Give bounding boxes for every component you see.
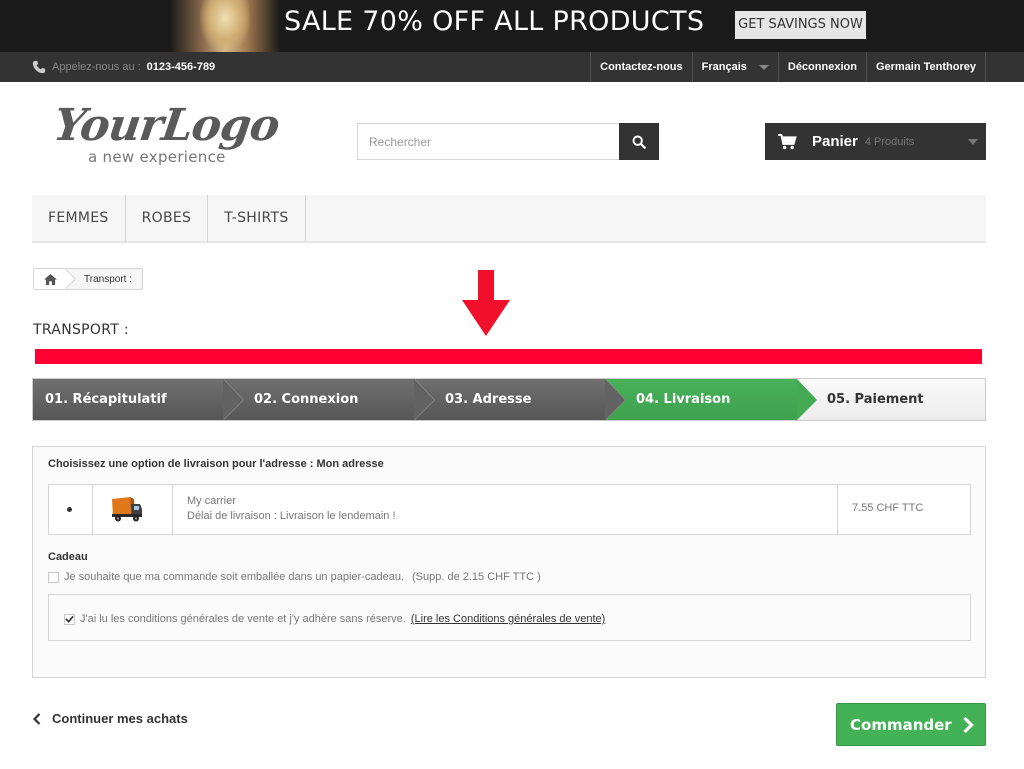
menu-item-robes[interactable]: ROBES [126,195,209,241]
step-separator [797,379,817,420]
highlight-bar [35,349,982,364]
checkout-steps: 01. Récapitulatif 02. Connexion 03. Adre… [32,378,986,421]
home-icon [43,273,57,285]
chevron-down-icon [968,139,978,145]
logout-link[interactable]: Déconnexion [777,52,866,82]
gift-heading: Cadeau [48,551,88,563]
cart-count: 4 Produits [864,135,915,148]
phone-icon [32,60,46,74]
breadcrumb-home[interactable] [34,269,66,289]
user-account-link[interactable]: Germain Tenthorey [865,52,986,82]
chevron-left-icon [33,712,41,725]
main-menu: FEMMES ROBES T-SHIRTS [32,195,986,243]
gift-checkbox[interactable] [48,571,59,583]
promo-banner[interactable]: SALE 70% OFF ALL PRODUCTS GET SAVINGS NO… [0,0,1024,52]
step-payment: 05. Paiement [827,392,924,407]
chevron-down-icon [758,64,769,70]
order-button[interactable]: Commander [836,703,986,746]
phone-label: Appelez-nous au : [52,61,141,73]
breadcrumb-current: Transport : [84,273,132,285]
shopping-cart-icon [778,133,797,149]
cart-label: Panier [812,133,858,150]
step-shipping: 04. Livraison [606,379,797,420]
top-nav: Appelez-nous au : 0123-456-789 Contactez… [0,52,1024,82]
page-title: TRANSPORT : [33,322,129,338]
menu-item-femmes[interactable]: FEMMES [32,195,126,241]
language-label: Français [701,61,747,73]
phone-number: 0123-456-789 [146,61,216,73]
terms-checkbox[interactable] [64,613,75,625]
terms-link[interactable]: (Lire les Conditions générales de vente) [411,613,605,625]
step-separator [605,379,625,420]
terms-box: J'ai lu les conditions générales de vent… [48,594,971,641]
menu-item-t-shirts[interactable]: T-SHIRTS [208,195,306,241]
continue-shopping-label: Continuer mes achats [52,711,188,726]
search-icon [632,135,646,149]
step-separator [223,379,243,420]
logo-tagline: a new experience [88,148,226,166]
order-label: Commander [850,715,952,734]
carrier-price: 7.55 CHF TTC [852,502,924,514]
site-logo[interactable]: YourLogo a new experience [50,100,294,170]
promo-model-photo [170,0,280,52]
gift-label: Je souhaite que ma commande soit emballé… [64,571,404,583]
logo-text: YourLogo [50,100,283,151]
carrier-name: My carrier [187,495,236,507]
red-arrow-down-icon [462,270,510,336]
carrier-delay: Délai de livraison : Livraison le lendem… [187,510,396,522]
phone-info: Appelez-nous au : 0123-456-789 [32,52,215,82]
delivery-truck-icon [112,497,142,522]
step-separator [414,379,434,420]
search-bar [357,123,659,160]
step-address[interactable]: 03. Adresse [415,379,606,420]
gift-option: Je souhaite que ma commande soit emballé… [48,571,541,583]
step-login[interactable]: 02. Connexion [224,379,415,420]
carrier-option[interactable]: My carrier Délai de livraison : Livraiso… [48,484,971,535]
step-summary[interactable]: 01. Récapitulatif [33,379,224,420]
breadcrumb: Transport : [33,268,143,290]
get-savings-button[interactable]: GET SAVINGS NOW [735,11,866,39]
promo-text: SALE 70% OFF ALL PRODUCTS [284,6,705,37]
chevron-right-icon [963,716,974,733]
gift-surcharge: (Supp. de 2.15 CHF TTC ) [412,571,541,583]
cart-dropdown[interactable]: Panier 4 Produits [765,123,986,160]
search-input[interactable] [357,123,619,160]
contact-link[interactable]: Contactez-nous [590,52,692,82]
delivery-options: Choisissez une option de livraison pour … [32,446,986,678]
language-selector[interactable]: Français [691,52,778,82]
terms-label: J'ai lu les conditions générales de vent… [80,613,406,625]
carrier-radio[interactable] [64,504,74,514]
delivery-title: Choisissez une option de livraison pour … [48,458,384,470]
search-button[interactable] [619,123,659,160]
continue-shopping-link[interactable]: Continuer mes achats [33,711,188,726]
checkmark-icon [65,615,74,623]
